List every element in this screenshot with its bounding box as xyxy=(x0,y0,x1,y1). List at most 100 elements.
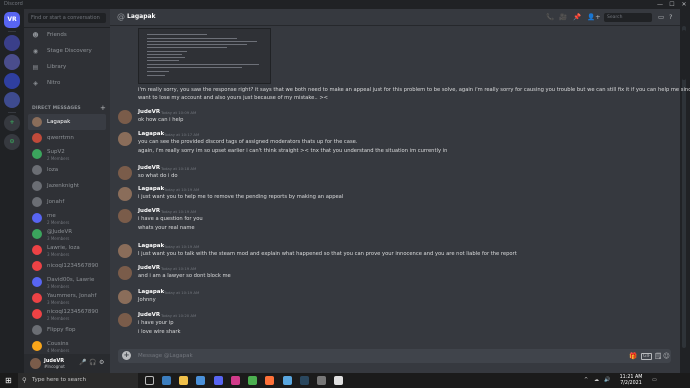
app-icon[interactable] xyxy=(283,376,292,385)
message-author[interactable]: JudeVR xyxy=(138,265,160,271)
dm-item[interactable]: nicoql1234567890 2 Members xyxy=(28,306,106,322)
nav-library[interactable]: ▤ Library xyxy=(28,62,106,73)
app-icon[interactable] xyxy=(317,376,326,385)
firefox-icon[interactable] xyxy=(265,376,274,385)
image-attachment[interactable] xyxy=(138,28,271,84)
taskbar-clock[interactable]: 11:21 AM 7/2/2021 xyxy=(616,375,646,386)
video-icon[interactable]: 🎥 xyxy=(559,13,567,21)
store-icon[interactable] xyxy=(196,376,205,385)
message-author[interactable]: Lagapak xyxy=(138,131,164,137)
microphone-icon[interactable]: 🎤 xyxy=(79,359,86,366)
dm-item[interactable]: Flippy flop xyxy=(28,322,106,338)
dm-search-input[interactable]: Find or start a conversation xyxy=(28,13,106,23)
server-icon-2[interactable] xyxy=(4,54,20,70)
attachment-text-line xyxy=(147,34,207,35)
task-view-icon[interactable] xyxy=(145,376,154,385)
chat-search-input[interactable]: Search xyxy=(604,13,652,22)
nav-friends[interactable]: ☻ Friends xyxy=(28,30,106,41)
avatar[interactable] xyxy=(118,187,132,201)
emoji-icon[interactable]: ☺ xyxy=(663,352,670,360)
dm-item[interactable]: nicoql1234567890 xyxy=(28,258,106,274)
message-author[interactable]: JudeVR xyxy=(138,109,160,115)
dm-item[interactable]: Jazenknight xyxy=(28,178,106,194)
dm-item[interactable]: Lawrie, loza 3 Members xyxy=(28,242,106,258)
home-button[interactable]: VR xyxy=(4,12,20,28)
dm-member-count: 3 Members xyxy=(47,283,70,289)
avatar xyxy=(32,117,42,127)
notification-icon[interactable]: ▭ xyxy=(652,377,657,383)
avatar[interactable] xyxy=(30,358,41,369)
message-author[interactable]: Lagapak xyxy=(138,289,164,295)
avatar[interactable] xyxy=(118,313,132,327)
add-friend-icon[interactable]: 👤+ xyxy=(587,13,601,21)
dm-item[interactable]: Yaummers, Jonahf 3 Members xyxy=(28,290,106,306)
message-author[interactable]: JudeVR xyxy=(138,312,160,318)
dm-name: Lawrie, loza xyxy=(47,245,80,251)
nav-nitro[interactable]: ◈ Nitro xyxy=(28,78,106,89)
close-button[interactable]: ✕ xyxy=(678,0,690,9)
dm-item[interactable]: me 2 Members xyxy=(28,210,106,226)
server-divider xyxy=(8,31,16,32)
server-icon-4[interactable] xyxy=(4,92,20,108)
file-explorer-icon[interactable] xyxy=(179,376,188,385)
dm-item[interactable]: Jonahf xyxy=(28,194,106,210)
avatar[interactable] xyxy=(118,209,132,223)
dm-item[interactable]: David00s, Lawrie 3 Members xyxy=(28,274,106,290)
app-icon[interactable] xyxy=(334,376,343,385)
dm-item[interactable]: Lagapak xyxy=(28,114,106,130)
dm-item[interactable]: qwerrtmn xyxy=(28,130,106,146)
discord-taskbar-icon[interactable] xyxy=(214,376,223,385)
attach-plus-icon[interactable]: + xyxy=(122,351,131,360)
message-author[interactable]: JudeVR xyxy=(138,208,160,214)
server-icon-1[interactable] xyxy=(4,35,20,51)
add-server-button[interactable]: + xyxy=(4,115,20,131)
avatar[interactable] xyxy=(118,132,132,146)
dm-header: DIRECT MESSAGES xyxy=(32,106,81,111)
server-icon-3[interactable] xyxy=(4,73,20,89)
maximize-button[interactable]: ☐ xyxy=(666,0,678,9)
chrome-icon[interactable] xyxy=(248,376,257,385)
user-panel: JudeVR #Incognot 🎤 🎧 ⚙ xyxy=(24,354,110,373)
nav-stage-discovery[interactable]: ◉ Stage Discovery xyxy=(28,46,106,57)
message-input[interactable] xyxy=(138,351,538,361)
inbox-icon[interactable]: ▭ xyxy=(658,13,664,21)
explore-servers-button[interactable]: ⊙ xyxy=(4,134,20,150)
dm-item[interactable]: SupV2 2 Members xyxy=(28,146,106,162)
app-icon[interactable] xyxy=(231,376,240,385)
dm-item[interactable]: Cousins 4 Members xyxy=(28,338,106,354)
taskbar-search-box[interactable]: ⚲ Type here to search xyxy=(18,373,138,388)
dm-member-count: 2 Members xyxy=(47,315,70,321)
message-author[interactable]: JudeVR xyxy=(138,165,160,171)
pin-icon[interactable]: 📌 xyxy=(573,13,581,21)
message-author[interactable]: Lagapak xyxy=(138,186,164,192)
dm-name: Cousins xyxy=(47,341,69,347)
dm-name: Jonahf xyxy=(47,199,65,205)
cloud-icon[interactable]: ☁ xyxy=(594,377,599,383)
tray-chevron-icon[interactable]: ^ xyxy=(584,377,588,383)
sticker-icon[interactable]: 🗒 xyxy=(654,352,662,360)
dm-item[interactable]: @JudeVR 3 Members xyxy=(28,226,106,242)
steam-icon[interactable] xyxy=(300,376,309,385)
minimize-button[interactable]: — xyxy=(654,0,666,9)
avatar[interactable] xyxy=(118,110,132,124)
volume-icon[interactable]: 🔊 xyxy=(604,377,610,383)
scrollbar-thumb[interactable] xyxy=(682,30,686,80)
edge-icon[interactable] xyxy=(162,376,171,385)
dm-item[interactable]: loza xyxy=(28,162,106,178)
headphones-icon[interactable]: 🎧 xyxy=(89,359,96,366)
gif-button[interactable]: GIF xyxy=(641,353,653,360)
create-dm-icon[interactable]: + xyxy=(100,104,106,112)
call-icon[interactable]: 📞 xyxy=(546,13,554,21)
avatar[interactable] xyxy=(118,244,132,258)
title-bar: Discord — ☐ ✕ xyxy=(0,0,690,9)
message-text: and i am a lawyer so dont block me xyxy=(138,273,231,279)
windows-start-icon[interactable]: ⊞ xyxy=(5,376,14,385)
help-icon[interactable]: ? xyxy=(669,13,672,21)
gift-icon[interactable]: 🎁 xyxy=(629,352,637,360)
settings-icon[interactable]: ⚙ xyxy=(99,359,104,366)
avatar[interactable] xyxy=(118,166,132,180)
avatar[interactable] xyxy=(118,290,132,304)
attachment-text-line xyxy=(147,51,187,52)
avatar[interactable] xyxy=(118,266,132,280)
message-author[interactable]: Lagapak xyxy=(138,243,164,249)
